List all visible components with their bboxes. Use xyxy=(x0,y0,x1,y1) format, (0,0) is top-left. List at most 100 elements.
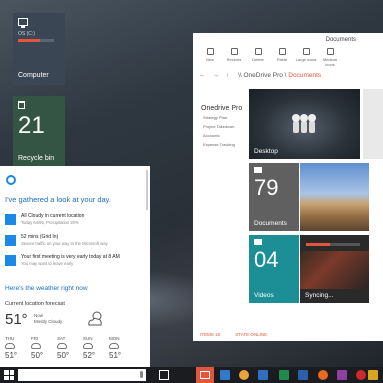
ribbon-label: Medium icons xyxy=(322,57,338,67)
forecast-label: Current location forecast xyxy=(5,301,65,307)
microphone-icon[interactable] xyxy=(140,371,143,378)
opera-icon[interactable] xyxy=(356,370,366,380)
partly-cloudy-icon xyxy=(88,311,102,326)
weather-card-icon xyxy=(5,214,16,225)
breadcrumb-root[interactable]: \\ OneDrive Pro xyxy=(238,72,283,79)
cortana-greeting: I've gathered a look at your day. xyxy=(5,195,111,204)
forward-icon[interactable]: → xyxy=(213,72,220,79)
task-view-icon[interactable] xyxy=(159,370,169,380)
cloud-icon xyxy=(83,343,93,349)
cloud-icon xyxy=(31,343,41,349)
file-explorer-window: Documents New Recents Delete Paste Large… xyxy=(193,33,383,341)
paste-button[interactable]: Paste xyxy=(270,47,294,69)
cloud-icon xyxy=(57,343,67,349)
breadcrumb-current[interactable]: Documents xyxy=(288,72,321,79)
forecast-day: THU 51° xyxy=(5,336,27,360)
chrome-icon[interactable] xyxy=(239,370,249,380)
paste-icon xyxy=(278,48,286,55)
louvre-photo-tile[interactable] xyxy=(300,163,369,231)
address-bar: ← → ↑ \\ OneDrive Pro \ Documents xyxy=(193,72,383,84)
meeting-card[interactable]: Your first meeting is very early today a… xyxy=(5,253,143,270)
nav-item[interactable]: Project Takedown xyxy=(201,124,251,129)
documents-folder-tile[interactable]: 79 Documents xyxy=(249,163,299,231)
nav-item[interactable]: Strategy Plan xyxy=(201,115,251,120)
excel-icon[interactable] xyxy=(279,370,289,380)
cloud-icon xyxy=(5,343,15,349)
card-subtitle: Today 64/55, Precipitation 20% xyxy=(21,220,79,225)
syncing-tile[interactable]: Syncing... xyxy=(300,235,369,303)
stormtrooper-image xyxy=(292,114,316,133)
forecast-day: MON 51° xyxy=(109,336,131,360)
search-box[interactable] xyxy=(18,369,146,381)
start-icon[interactable] xyxy=(4,370,14,380)
breadcrumb-separator: \ xyxy=(284,72,287,79)
weather-link[interactable]: Here's the weather right now xyxy=(5,285,88,292)
back-icon[interactable]: ← xyxy=(199,72,206,79)
day-name: SAT xyxy=(57,336,66,341)
new-icon xyxy=(206,48,214,55)
delete-icon xyxy=(254,48,262,55)
day-name: FRI xyxy=(31,336,39,341)
cortana-scrollbar[interactable] xyxy=(146,170,148,210)
videos-folder-tile[interactable]: 04 Videos xyxy=(249,235,299,303)
recents-button[interactable]: Recents xyxy=(222,47,246,69)
status-bar: ITEMS 18 STATE ONLINE xyxy=(193,329,383,341)
recycle-label: Recycle bin xyxy=(18,155,55,162)
firefox-icon[interactable] xyxy=(318,370,328,380)
onenote-icon[interactable] xyxy=(337,370,347,380)
recycle-count: 21 xyxy=(18,112,45,139)
app-icon[interactable] xyxy=(368,370,378,380)
store-icon[interactable] xyxy=(220,370,230,380)
ribbon-label: Recents xyxy=(226,57,242,62)
delete-button[interactable]: Delete xyxy=(246,47,270,69)
drive-label: OS (C:) xyxy=(18,31,35,37)
sync-photo xyxy=(300,251,369,289)
computer-tile[interactable]: OS (C:) Computer xyxy=(13,13,65,85)
large-icons-button[interactable]: Large icons xyxy=(294,47,318,69)
new-button[interactable]: New xyxy=(198,47,222,69)
document-preview-tile[interactable] xyxy=(363,89,383,159)
ribbon-label: Large icons xyxy=(295,57,317,62)
large-icons-icon xyxy=(302,48,310,55)
day-name: MON xyxy=(109,336,120,341)
calendar-icon xyxy=(5,255,16,266)
ribbon-label: New xyxy=(205,57,214,62)
file-explorer-icon[interactable] xyxy=(196,367,214,383)
forecast-day: FRI 50° xyxy=(31,336,53,360)
medium-icons-button[interactable]: Medium icons xyxy=(318,47,342,69)
folder-name: Desktop xyxy=(254,148,278,155)
trash-icon xyxy=(18,101,25,109)
folder-icon xyxy=(254,239,262,245)
day-temp: 50° xyxy=(31,351,44,360)
word-icon[interactable] xyxy=(298,370,308,380)
traffic-card[interactable]: 52 mins (Grid In) Severe traffic on your… xyxy=(5,233,143,250)
taskbar xyxy=(0,367,383,383)
car-icon xyxy=(5,235,16,246)
status-items: ITEMS 18 xyxy=(200,332,221,337)
outlook-icon[interactable] xyxy=(258,370,268,380)
nav-root[interactable]: Onedrive Pro xyxy=(201,105,251,112)
folder-name: Documents xyxy=(254,220,287,227)
videos-count: 04 xyxy=(254,247,279,272)
card-subtitle: You may want to leave early xyxy=(21,261,74,266)
forecast-days: THU 51° FRI 50° SAT 50° SUN 52° MON 51° xyxy=(5,336,145,360)
up-icon[interactable]: ↑ xyxy=(226,72,229,79)
day-name: SUN xyxy=(83,336,93,341)
day-name: THU xyxy=(5,336,15,341)
computer-label: Computer xyxy=(18,72,49,79)
recycle-bin-tile[interactable]: 21 Recycle bin xyxy=(13,96,65,166)
nav-item[interactable]: Expense Tracking xyxy=(201,142,251,147)
sync-progress-bar xyxy=(306,243,360,246)
card-title: 52 mins (Grid In) xyxy=(21,234,59,240)
sync-label: Syncing... xyxy=(305,292,334,299)
day-temp: 52° xyxy=(83,351,96,360)
card-title: All Cloudy in current location xyxy=(21,213,85,219)
drive-usage-bar xyxy=(18,39,54,42)
nav-item[interactable]: Accounts xyxy=(201,133,251,138)
weather-card[interactable]: All Cloudy in current location Today 64/… xyxy=(5,212,143,229)
cortana-icon[interactable] xyxy=(6,175,16,185)
desktop-folder-tile[interactable]: Desktop xyxy=(249,89,360,159)
drive-usage-fill xyxy=(18,39,41,42)
card-subtitle: Severe traffic on your way to the Micros… xyxy=(21,241,108,246)
window-title: Documents xyxy=(325,37,356,43)
